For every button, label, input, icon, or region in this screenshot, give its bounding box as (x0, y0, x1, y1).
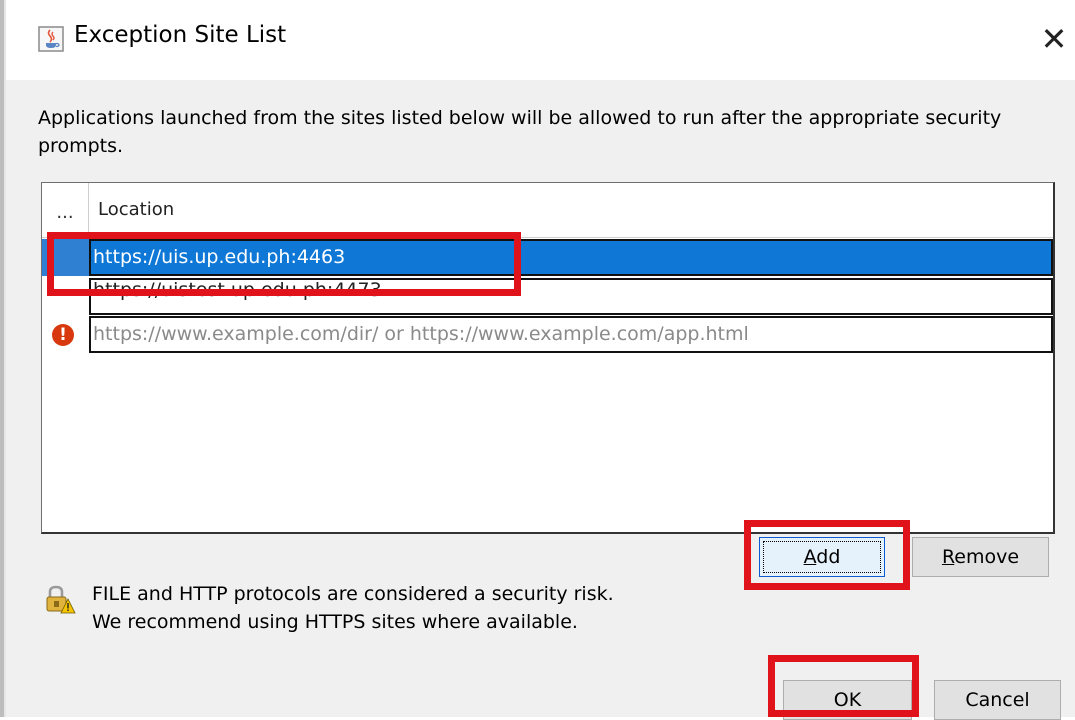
column-header-status[interactable]: ... (42, 183, 89, 237)
row-status-cell: ! (42, 316, 89, 353)
java-cup-icon (38, 26, 64, 52)
description-text: Applications launched from the sites lis… (38, 107, 1002, 157)
location-input[interactable]: https://www.example.com/dir/ or https://… (89, 316, 1053, 353)
table-row-new[interactable]: ! https://www.example.com/dir/ or https:… (42, 316, 1053, 353)
remove-button[interactable]: Remove (912, 537, 1049, 577)
remove-mnemonic: R (941, 546, 955, 568)
annotation-highlight-url (47, 232, 521, 296)
annotation-highlight-add (744, 520, 910, 590)
lock-warning-icon (46, 585, 76, 614)
security-note-line1: FILE and HTTP protocols are considered a… (92, 583, 614, 605)
title-bar: Exception Site List ✕ (6, 0, 1075, 80)
dialog-body: Applications launched from the sites lis… (6, 80, 1075, 720)
error-icon: ! (52, 324, 74, 346)
close-button[interactable]: ✕ (1032, 14, 1075, 64)
table-header: ... Location (42, 183, 1053, 238)
close-icon: ✕ (1040, 20, 1068, 58)
window-title: Exception Site List (74, 22, 287, 48)
column-header-location[interactable]: Location (98, 199, 174, 220)
remove-label: emove (954, 546, 1020, 568)
cancel-button[interactable]: Cancel (934, 680, 1061, 720)
annotation-highlight-ok (768, 655, 919, 717)
security-note-line2: We recommend using HTTPS sites where ava… (92, 611, 578, 633)
